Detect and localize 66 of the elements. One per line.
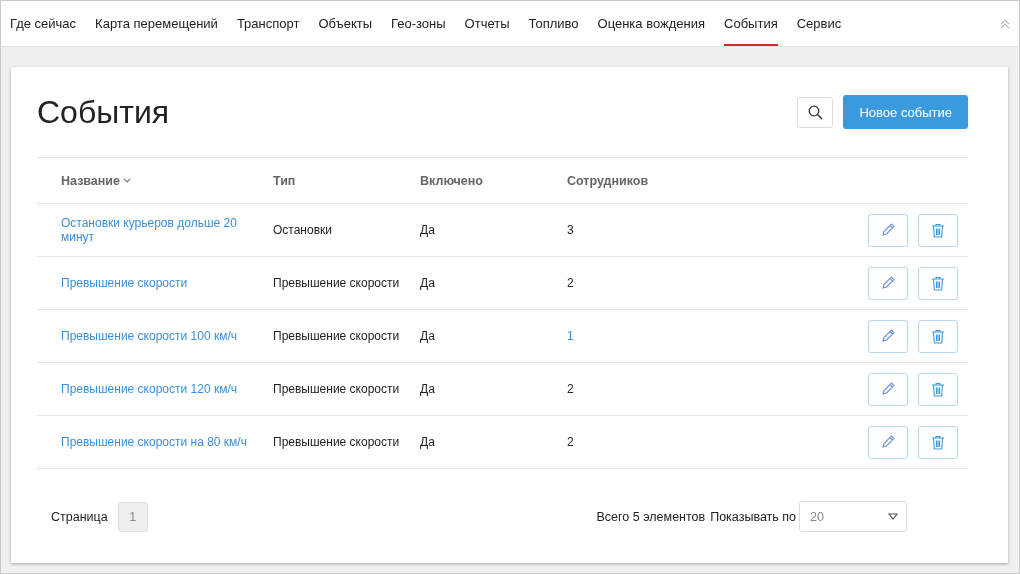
edit-button[interactable] xyxy=(868,425,908,459)
column-header[interactable]: Тип xyxy=(273,173,296,188)
search-icon xyxy=(807,104,823,120)
column-header[interactable]: Название xyxy=(61,173,120,188)
column-header[interactable]: Включено xyxy=(420,173,483,188)
event-type: Превышение скорости xyxy=(273,435,400,449)
event-type: Превышение скорости xyxy=(273,276,400,290)
nav-tab[interactable]: Оценка вождения xyxy=(597,1,706,46)
nav-tab[interactable]: Топливо xyxy=(528,1,579,46)
search-button[interactable] xyxy=(797,96,834,128)
nav-tab[interactable]: Сервис xyxy=(796,1,842,46)
trash-icon xyxy=(931,275,945,291)
event-type: Превышение скорости xyxy=(273,382,400,396)
event-name-link[interactable]: Превышение скорости на 80 км/ч xyxy=(61,435,247,449)
nav-tab[interactable]: Карта перемещений xyxy=(95,1,218,46)
employee-count: 3 xyxy=(567,223,574,237)
page-label: Страница xyxy=(51,509,108,524)
edit-button[interactable] xyxy=(868,319,908,353)
event-type: Остановки xyxy=(273,223,332,237)
page-title: События xyxy=(37,93,170,131)
edit-button[interactable] xyxy=(868,266,908,300)
delete-button[interactable] xyxy=(918,213,958,247)
event-name-link[interactable]: Превышение скорости 120 км/ч xyxy=(61,382,237,396)
pencil-icon xyxy=(880,434,896,450)
pencil-icon xyxy=(880,275,896,291)
trash-icon xyxy=(931,328,945,344)
total-count: Всего 5 элементов xyxy=(596,509,706,524)
per-page-select[interactable]: 20 xyxy=(799,501,907,532)
employee-count[interactable]: 1 xyxy=(567,329,574,343)
pencil-icon xyxy=(880,222,896,238)
event-name-link[interactable]: Остановки курьеров дольше 20 минут xyxy=(61,216,273,244)
trash-icon xyxy=(931,222,945,238)
enabled-value: Да xyxy=(420,329,435,343)
new-event-button[interactable]: Новое событие xyxy=(843,95,968,129)
delete-button[interactable] xyxy=(918,372,958,406)
collapse-icon[interactable] xyxy=(1000,18,1010,29)
per-page-label: Показывать по xyxy=(710,509,796,524)
enabled-value: Да xyxy=(420,382,435,396)
pencil-icon xyxy=(880,328,896,344)
delete-button[interactable] xyxy=(918,319,958,353)
delete-button[interactable] xyxy=(918,266,958,300)
nav-tab[interactable]: Отчеты xyxy=(464,1,510,46)
event-type: Превышение скорости xyxy=(273,329,400,343)
trash-icon xyxy=(931,381,945,397)
nav-tab[interactable]: Транспорт xyxy=(236,1,300,46)
pencil-icon xyxy=(880,381,896,397)
delete-button[interactable] xyxy=(918,425,958,459)
employee-count: 2 xyxy=(567,382,574,396)
nav-tab[interactable]: Где сейчас xyxy=(10,1,77,46)
nav-tab[interactable]: Объекты xyxy=(318,1,373,46)
trash-icon xyxy=(931,434,945,450)
edit-button[interactable] xyxy=(868,372,908,406)
employee-count: 2 xyxy=(567,276,574,290)
event-name-link[interactable]: Превышение скорости xyxy=(61,276,188,290)
page-number-button[interactable]: 1 xyxy=(117,501,148,532)
employee-count: 2 xyxy=(567,435,574,449)
enabled-value: Да xyxy=(420,276,435,290)
sort-caret-icon[interactable] xyxy=(123,177,131,184)
edit-button[interactable] xyxy=(868,213,908,247)
dropdown-caret-icon xyxy=(888,513,898,520)
nav-tab[interactable]: События xyxy=(724,1,778,46)
nav-tab[interactable]: Гео-зоны xyxy=(391,1,446,46)
enabled-value: Да xyxy=(420,223,435,237)
event-name-link[interactable]: Превышение скорости 100 км/ч xyxy=(61,329,237,343)
column-header[interactable]: Сотрудников xyxy=(567,173,649,188)
enabled-value: Да xyxy=(420,435,435,449)
